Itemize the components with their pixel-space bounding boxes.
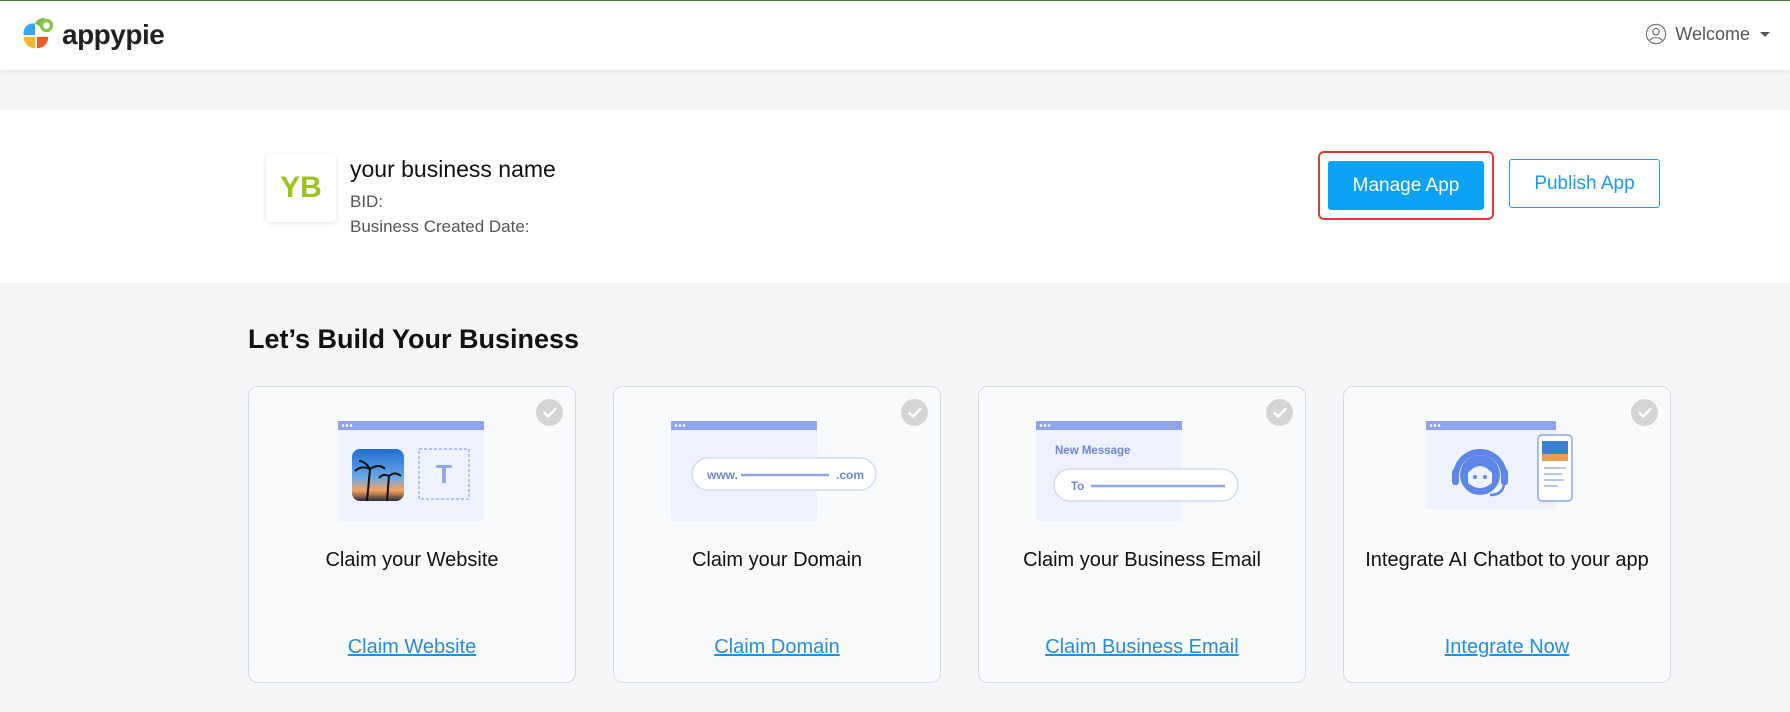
card-claim-website: T Claim your Website Claim Website — [248, 386, 576, 683]
manage-app-highlight: Manage App — [1318, 151, 1494, 220]
website-illustration-icon: T — [338, 421, 484, 521]
email-illustration-icon: New Message To — [1036, 421, 1239, 521]
svg-text:.com: .com — [836, 468, 864, 482]
manage-app-button[interactable]: Manage App — [1328, 161, 1484, 210]
claim-domain-link[interactable]: Claim Domain — [614, 636, 940, 659]
card-claim-business-email: New Message To Claim your Business Email… — [978, 386, 1306, 683]
brand-name: appypie — [62, 19, 165, 50]
business-bid: BID: — [350, 192, 384, 211]
build-business-cards: T Claim your Website Claim Website www. … — [248, 386, 1671, 683]
svg-text:New Message: New Message — [1055, 445, 1130, 457]
welcome-label: Welcome — [1675, 23, 1750, 44]
business-created-date: Business Created Date: — [350, 217, 530, 236]
domain-illustration-icon: www. .com — [671, 421, 877, 521]
business-info-panel: YB your business name BID: Business Crea… — [0, 110, 1790, 283]
text-placeholder-glyph: T — [436, 459, 452, 489]
publish-app-button[interactable]: Publish App — [1509, 159, 1660, 208]
business-avatar: YB — [266, 154, 336, 222]
user-menu[interactable]: Welcome — [1645, 23, 1770, 45]
business-name: your business name — [350, 156, 556, 182]
card-title: Claim your Domain — [691, 549, 863, 571]
claim-website-link[interactable]: Claim Website — [249, 636, 575, 659]
chatbot-illustration-icon — [1426, 421, 1573, 509]
svg-text:To: To — [1071, 481, 1084, 493]
card-title: Integrate AI Chatbot to your app — [1365, 549, 1649, 571]
card-claim-domain: www. .com Claim your Domain Claim Domain — [613, 386, 941, 683]
card-title: Claim your Website — [325, 549, 499, 571]
appypie-logo-icon — [23, 17, 54, 49]
user-icon — [1646, 23, 1667, 45]
card-title: Claim your Business Email — [1023, 549, 1261, 571]
appypie-logo[interactable]: appypie — [18, 15, 165, 55]
integrate-now-link[interactable]: Integrate Now — [1344, 636, 1670, 659]
card-integrate-ai-chatbot: Integrate AI Chatbot to your app Integra… — [1343, 386, 1671, 683]
claim-business-email-link[interactable]: Claim Business Email — [979, 636, 1305, 659]
svg-text:www.: www. — [706, 468, 738, 482]
chevron-down-icon — [1760, 31, 1770, 37]
section-title: Let’s Build Your Business — [248, 324, 580, 354]
top-header: appypie Welcome — [0, 1, 1790, 71]
